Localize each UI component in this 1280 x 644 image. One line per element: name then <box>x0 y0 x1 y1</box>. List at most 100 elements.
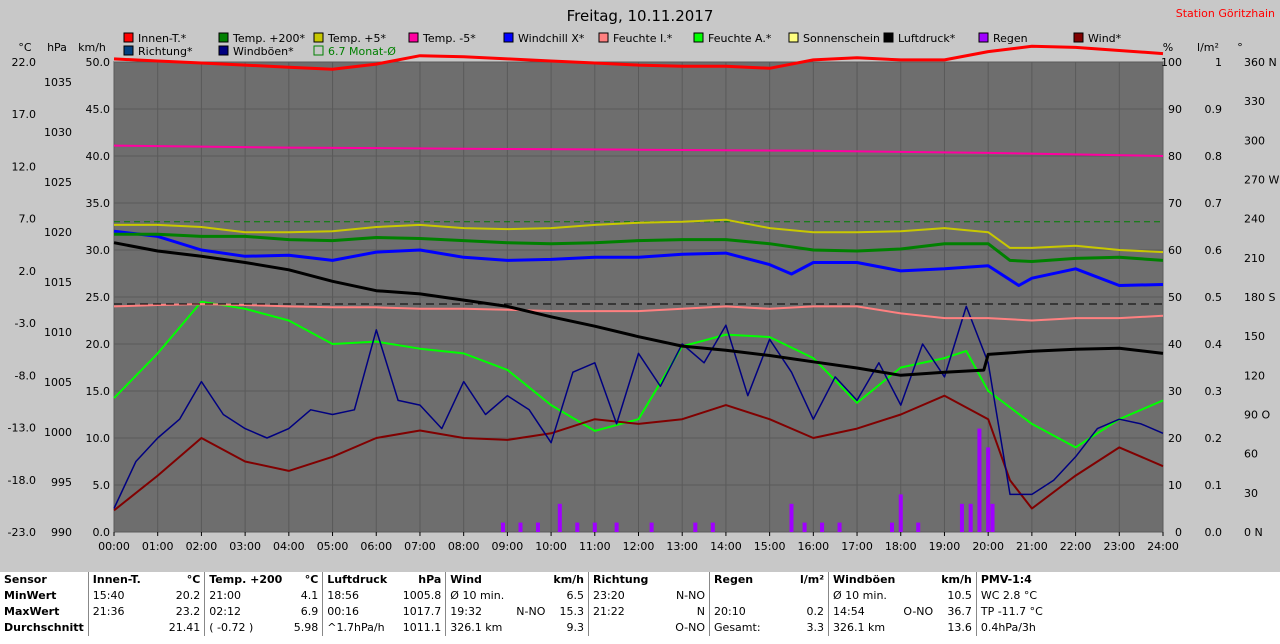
tick-direction: 30 <box>1244 487 1258 500</box>
tick-wind: 10.0 <box>86 432 111 445</box>
axis-label-wind: km/h <box>78 41 106 54</box>
tick-humidity: 10 <box>1168 479 1182 492</box>
tick-pressure: 1035 <box>44 76 72 89</box>
tick-x: 20:00 <box>972 540 1004 553</box>
row-max: MaxWert 21:36 23.2 02:12 6.9 00:16 1017.… <box>0 604 1075 620</box>
tick-wind: 20.0 <box>86 338 111 351</box>
luft-time: 18:56 <box>322 588 392 604</box>
tick-temp: 2.0 <box>19 265 37 278</box>
tick-direction: 330 <box>1244 95 1265 108</box>
tick-pressure: 1025 <box>44 176 72 189</box>
regen-value: 0.2 <box>806 605 825 618</box>
legend-swatch <box>313 32 324 43</box>
legend-swatch <box>313 45 324 56</box>
tick-rain: 0.3 <box>1205 385 1223 398</box>
boe-dir: O-NO <box>903 605 934 618</box>
richt-value: O-NO <box>675 621 706 634</box>
boe-value: 36.7 <box>947 605 972 618</box>
tick-x: 13:00 <box>666 540 698 553</box>
legend-swatch <box>503 32 514 43</box>
legend-label: Feuchte I.* <box>613 32 673 45</box>
hdr-richt: Richtung <box>588 572 668 588</box>
rain-bar <box>898 494 903 532</box>
rain-bar <box>535 522 540 532</box>
tick-x: 12:00 <box>623 540 655 553</box>
tick-rain: 0.5 <box>1205 291 1223 304</box>
tick-rain: 0.9 <box>1205 103 1223 116</box>
legend-label: Luftdruck* <box>898 32 956 45</box>
innen-time <box>87 620 165 636</box>
tick-wind: 0.0 <box>93 526 111 539</box>
boe-time: Ø 10 min. <box>828 588 900 604</box>
legend-swatch <box>123 45 134 56</box>
pmv-value: WC 2.8 °C <box>975 588 1075 604</box>
legend-label: Windchill X* <box>518 32 585 45</box>
tick-rain: 0.8 <box>1205 150 1223 163</box>
axis-label-pressure: hPa <box>47 41 67 54</box>
wind-value: 9.3 <box>566 621 585 634</box>
tick-humidity: 40 <box>1168 338 1182 351</box>
legend-label: 6.7 Monat-Ø <box>328 45 396 58</box>
innen-time: 21:36 <box>87 604 165 620</box>
richt-time: 23:20 <box>588 588 668 604</box>
boe-dir <box>899 588 937 604</box>
tick-pressure: 990 <box>51 526 72 539</box>
tick-rain: 0.1 <box>1205 479 1223 492</box>
tick-temp: 12.0 <box>12 160 37 173</box>
temp-value: 6.9 <box>300 605 319 618</box>
station-name: Station Göritzhain <box>1176 7 1275 20</box>
richt-time: 21:22 <box>588 604 668 620</box>
axis-label-rain: l/m² <box>1197 41 1219 54</box>
tick-pressure: 1005 <box>44 376 72 389</box>
tick-x: 16:00 <box>797 540 829 553</box>
rain-bar <box>789 503 794 532</box>
tick-temp: -3.0 <box>15 317 36 330</box>
tick-humidity: 30 <box>1168 385 1182 398</box>
tick-x: 06:00 <box>360 540 392 553</box>
tick-direction: 150 <box>1244 330 1265 343</box>
summary-table: Sensor Innen-T. °C Temp. +200 °C Luftdru… <box>0 572 1280 644</box>
regen-time: Gesamt: <box>709 620 791 636</box>
tick-x: 11:00 <box>579 540 611 553</box>
hdr-regen: Regen <box>709 572 791 588</box>
legend-label: Innen-T.* <box>138 32 187 45</box>
wind-time: 326.1 km <box>445 620 513 636</box>
tick-wind: 30.0 <box>86 244 111 257</box>
legend-label: Regen <box>993 32 1028 45</box>
tick-direction: 240 <box>1244 213 1265 226</box>
legend-label: Windböen* <box>233 45 294 58</box>
rain-bar <box>592 522 597 532</box>
tick-humidity: 50 <box>1168 291 1182 304</box>
rain-bar <box>820 522 825 532</box>
tick-temp: 22.0 <box>12 56 37 69</box>
tick-pressure: 1015 <box>44 276 72 289</box>
axis-label-temp: °C <box>18 41 32 54</box>
rain-bar <box>649 522 654 532</box>
legend-label: Temp. +200* <box>232 32 306 45</box>
luft-value: 1017.7 <box>402 605 442 618</box>
rain-bar <box>575 522 580 532</box>
hdr-innen-unit: °C <box>186 573 201 586</box>
wind-dir <box>512 620 549 636</box>
temp-value: 5.98 <box>293 621 319 634</box>
regen-time <box>709 588 791 604</box>
tick-direction: 180 S <box>1244 291 1275 304</box>
row-label: Durchschnitt <box>4 621 84 634</box>
tick-humidity: 100 <box>1161 56 1182 69</box>
boe-time: 326.1 km <box>828 620 900 636</box>
luft-value: 1005.8 <box>402 589 442 602</box>
legend-swatch <box>883 32 894 43</box>
boe-value: 10.5 <box>947 589 972 602</box>
innen-time: 15:40 <box>87 588 165 604</box>
legend-label: Sonnenschein <box>803 32 880 45</box>
tick-x: 00:00 <box>98 540 130 553</box>
weather-chart: Freitag, 10.11.2017 Station Göritzhain °C h… <box>8 7 1280 553</box>
tick-x: 05:00 <box>317 540 349 553</box>
rain-bar <box>501 522 506 532</box>
tick-pressure: 995 <box>51 476 72 489</box>
luft-time: 00:16 <box>322 604 392 620</box>
tick-direction: 90 O <box>1244 409 1270 422</box>
wind-time: 19:32 <box>445 604 513 620</box>
row-min: MinWert 15:40 20.2 21:00 4.1 18:56 1005.… <box>0 588 1075 604</box>
legend-swatch <box>788 32 799 43</box>
